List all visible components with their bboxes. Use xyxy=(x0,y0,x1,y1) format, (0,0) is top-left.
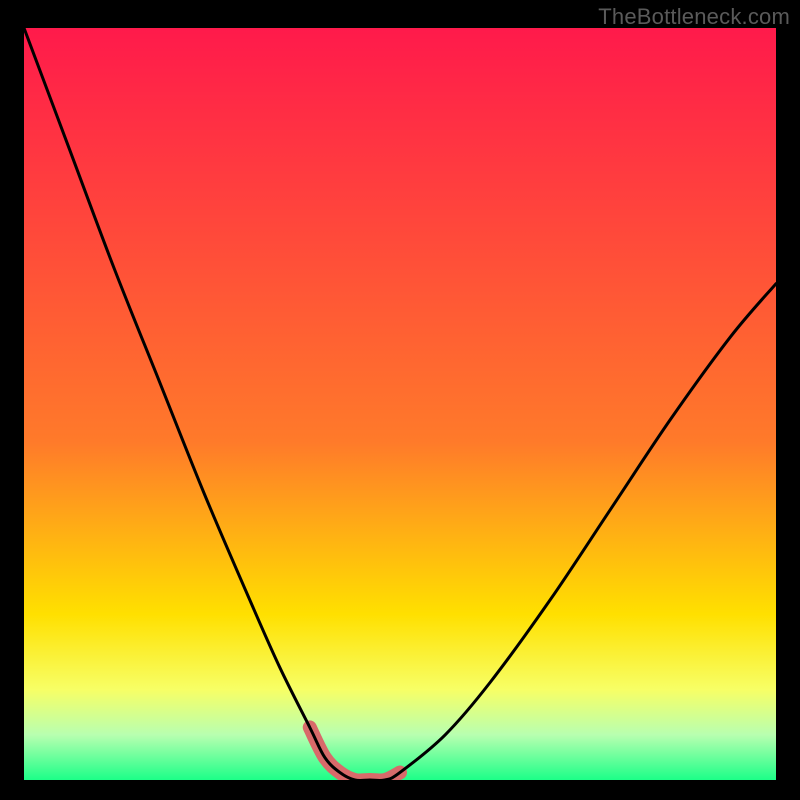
chart-frame: TheBottleneck.com xyxy=(0,0,800,800)
gradient-background xyxy=(24,28,776,780)
bottleneck-plot xyxy=(24,28,776,780)
watermark-text: TheBottleneck.com xyxy=(598,4,790,30)
plot-svg xyxy=(24,28,776,780)
